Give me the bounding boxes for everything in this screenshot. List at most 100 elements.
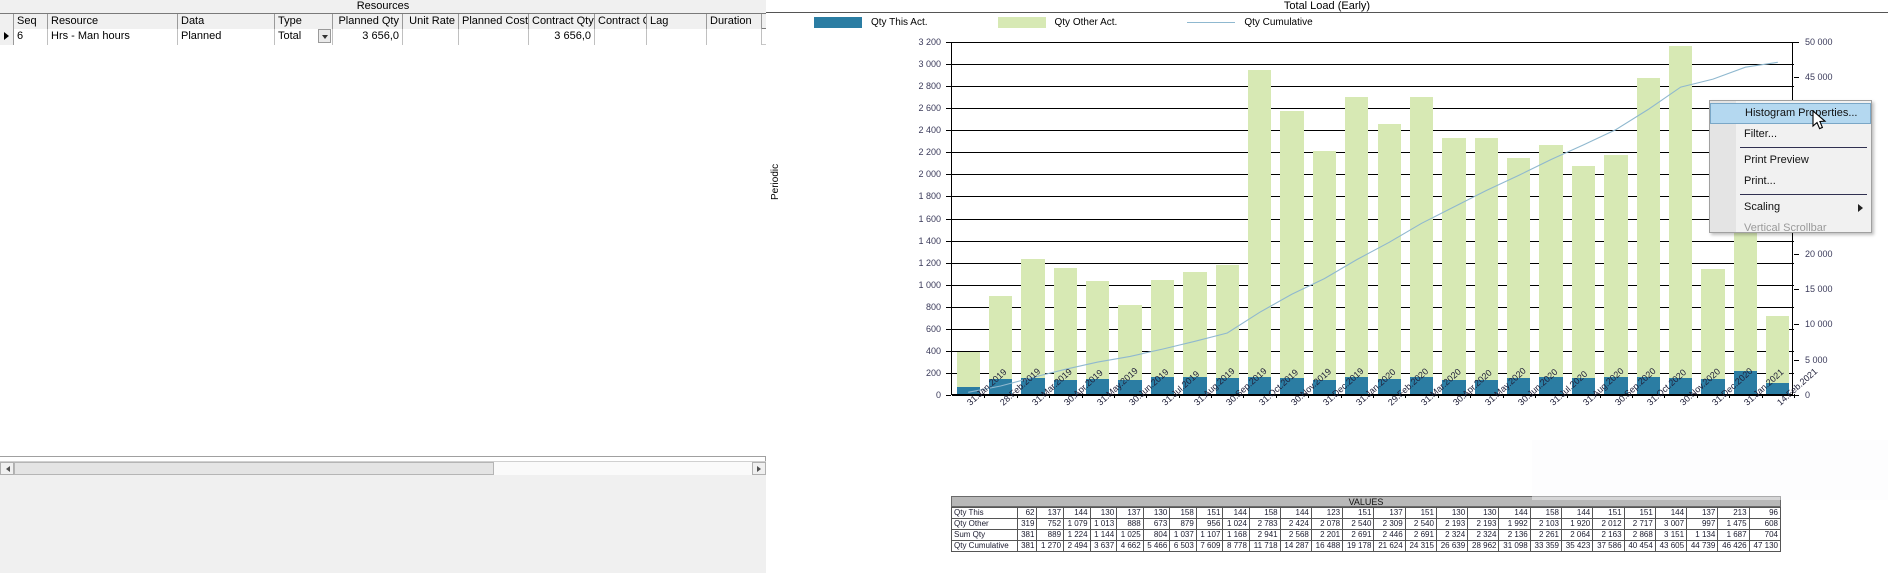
menu-item-vertical-scrollbar: Vertical Scrollbar — [1710, 218, 1871, 239]
column-header-seq[interactable]: Seq — [14, 14, 48, 29]
bar-segment-qty-other — [1345, 97, 1369, 394]
column-header-type[interactable]: Type — [275, 14, 333, 29]
column-header-data[interactable]: Data — [178, 14, 275, 29]
data-table-cell: 96 — [1748, 507, 1782, 519]
data-table-cell: 2 261 — [1529, 529, 1563, 541]
column-header-contract-qty[interactable]: Contract Qty — [529, 14, 595, 29]
histogram-bar[interactable] — [1571, 166, 1596, 394]
histogram-bar[interactable] — [1345, 97, 1369, 394]
bar-segment-qty-other — [1247, 69, 1272, 394]
data-table-cell: 2 691 — [1342, 529, 1375, 541]
data-table-cell: 879 — [1169, 518, 1197, 530]
cell-lag[interactable] — [647, 29, 707, 45]
data-table-row-label: Qty Cumulative — [951, 540, 1018, 552]
histogram-bar[interactable] — [1539, 144, 1563, 394]
y2-axis-tick-label: 5 000 — [1805, 354, 1828, 365]
menu-item-filter[interactable]: Filter... — [1710, 124, 1871, 145]
y-axis-tick-label: 2 000 — [918, 169, 941, 180]
data-table-cell: 137 — [1036, 507, 1065, 519]
data-table-cell: 44 739 — [1686, 540, 1719, 552]
histogram-bar[interactable] — [1507, 158, 1531, 394]
histogram-bar[interactable] — [956, 351, 980, 394]
context-menu[interactable]: Histogram Properties... Filter... Print Pr… — [1709, 100, 1872, 234]
column-header-lag[interactable]: Lag — [647, 14, 707, 29]
legend-label: Qty Other Act. — [1054, 17, 1118, 28]
y-axis-tick-mark — [946, 174, 951, 176]
column-header-planned-qty[interactable]: Planned Qty — [333, 14, 403, 29]
column-header-unit-rate[interactable]: Unit Rate — [403, 14, 459, 29]
histogram-bar[interactable] — [1604, 155, 1628, 394]
column-header-planned-cost[interactable]: Planned Cost — [459, 14, 529, 29]
scroll-right-button[interactable] — [752, 462, 766, 475]
menu-item-histogram-properties[interactable]: Histogram Properties... — [1710, 103, 1871, 124]
menu-item-print[interactable]: Print... — [1710, 171, 1871, 192]
resources-grid-body[interactable] — [0, 45, 766, 457]
data-table-cell: 5 466 — [1142, 540, 1171, 552]
bar-segment-qty-other — [1377, 124, 1401, 394]
data-table-cell: 35 423 — [1560, 540, 1594, 552]
data-table-cell: 1 025 — [1116, 529, 1144, 541]
cell-data[interactable]: Planned — [178, 29, 275, 45]
gridline — [952, 130, 1794, 132]
y2-axis-tick-label: 50 000 — [1805, 37, 1833, 47]
cell-duration[interactable] — [707, 29, 762, 45]
menu-item-scaling[interactable]: Scaling — [1710, 197, 1871, 218]
histogram-bar[interactable] — [1312, 151, 1337, 394]
histogram-bar[interactable] — [1474, 137, 1498, 394]
cell-contract-cost[interactable] — [595, 29, 647, 45]
horizontal-scrollbar[interactable] — [0, 461, 766, 475]
column-header-contract-cost[interactable]: Contract Cost — [595, 14, 647, 29]
legend-line-icon — [1187, 17, 1236, 28]
histogram-bar[interactable] — [1377, 124, 1401, 394]
data-table-cell: 2 446 — [1373, 529, 1406, 541]
cell-type[interactable]: Total — [275, 29, 333, 45]
cell-resource[interactable]: Hrs - Man hours — [48, 29, 178, 45]
bar-segment-qty-other — [1668, 46, 1693, 394]
cell-seq[interactable]: 6 — [14, 29, 48, 45]
histogram-bar[interactable] — [1668, 46, 1693, 394]
data-table-cell: 14 287 — [1279, 540, 1312, 552]
scroll-left-button[interactable] — [0, 462, 14, 475]
column-header-duration[interactable]: Duration — [707, 14, 762, 29]
data-table-row-label: Qty This — [951, 507, 1018, 519]
scrollbar-track[interactable] — [14, 462, 752, 475]
gridline — [952, 64, 1794, 66]
cell-planned-cost[interactable] — [459, 29, 529, 45]
cell-unit-rate[interactable] — [403, 29, 459, 45]
cell-contract-qty[interactable]: 3 656,0 — [529, 29, 595, 45]
plot-canvas[interactable] — [951, 42, 1795, 398]
histogram-bar[interactable] — [1247, 69, 1272, 394]
histogram-bar[interactable] — [1442, 137, 1466, 394]
menu-item-print-preview[interactable]: Print Preview — [1710, 150, 1871, 171]
y-axis-tick-mark — [946, 108, 951, 110]
histogram-bar[interactable] — [1280, 110, 1304, 394]
cell-planned-qty[interactable]: 3 656,0 — [333, 29, 403, 45]
data-table-cell: 2 012 — [1592, 518, 1625, 530]
data-table-cell: 144 — [1279, 507, 1312, 519]
data-table-cell: 151 — [1592, 507, 1625, 519]
chevron-down-icon[interactable] — [318, 29, 331, 43]
y2-axis-tick-mark — [1794, 324, 1799, 326]
scrollbar-thumb[interactable] — [14, 462, 494, 475]
table-row[interactable]: 6 Hrs - Man hours Planned Total 3 656,0 3 656… — [0, 29, 766, 45]
row-selector-header — [0, 14, 14, 29]
y-axis-tick-mark — [946, 130, 951, 132]
histogram-bar[interactable] — [1409, 97, 1434, 394]
data-table-cell: 804 — [1142, 529, 1171, 541]
y-axis-tick-mark — [946, 350, 951, 352]
legend-swatch-icon — [814, 17, 862, 28]
data-table-cell: 4 662 — [1116, 540, 1144, 552]
y2-axis-tick-label: 10 000 — [1805, 319, 1833, 330]
y2-axis-tick-label: 15 000 — [1805, 284, 1833, 295]
y2-axis-tick-label: 0 — [1805, 390, 1811, 400]
menu-item-label: Print Preview — [1744, 154, 1809, 166]
y-axis-tick-mark — [946, 64, 951, 66]
data-table-cell: 997 — [1686, 518, 1719, 530]
data-table-cell: 130 — [1435, 507, 1469, 519]
data-table-cell: 21 624 — [1373, 540, 1406, 552]
column-header-resource[interactable]: Resource — [48, 14, 178, 29]
data-table-cell: 1 270 — [1036, 540, 1065, 552]
data-table-cell: 24 315 — [1404, 540, 1437, 552]
histogram-bar[interactable] — [1636, 77, 1660, 394]
data-table-cell: 62 — [1016, 507, 1038, 519]
